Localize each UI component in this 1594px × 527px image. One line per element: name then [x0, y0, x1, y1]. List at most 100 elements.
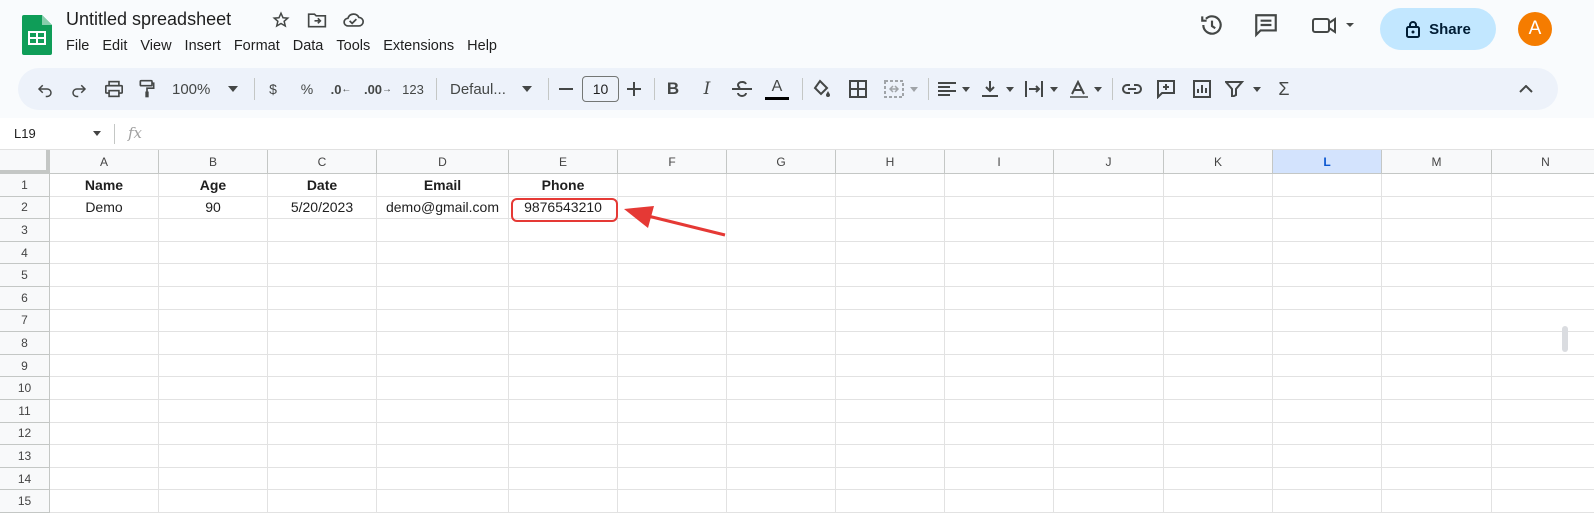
- cell-i5[interactable]: [945, 264, 1054, 287]
- cell-l6[interactable]: [1273, 287, 1382, 310]
- cell-l14[interactable]: [1273, 467, 1382, 491]
- row-header-7[interactable]: 7: [0, 309, 50, 333]
- cell-b5[interactable]: [159, 264, 268, 287]
- row-header-10[interactable]: 10: [0, 377, 50, 400]
- cell-l10[interactable]: [1273, 377, 1382, 400]
- cell-i8[interactable]: [945, 332, 1054, 355]
- row-header-9[interactable]: 9: [0, 354, 50, 378]
- row-header-12[interactable]: 12: [0, 422, 50, 446]
- cell-n5[interactable]: [1492, 264, 1594, 287]
- zoom-chevron-down-icon[interactable]: [226, 68, 240, 110]
- cell-d5[interactable]: [377, 264, 509, 287]
- cell-i4[interactable]: [945, 241, 1054, 265]
- cell-a12[interactable]: [50, 422, 159, 446]
- cell-n8[interactable]: [1492, 332, 1594, 355]
- cell-e3[interactable]: [509, 219, 618, 242]
- cell-k8[interactable]: [1164, 332, 1273, 355]
- borders-icon[interactable]: [846, 68, 870, 110]
- cell-f4[interactable]: [618, 241, 727, 265]
- column-header-n[interactable]: N: [1492, 150, 1594, 174]
- column-header-j[interactable]: J: [1054, 150, 1164, 174]
- column-header-b[interactable]: B: [159, 150, 268, 174]
- column-header-d[interactable]: D: [377, 150, 509, 174]
- cell-e7[interactable]: [509, 309, 618, 333]
- cell-d3[interactable]: [377, 219, 509, 242]
- menu-insert[interactable]: Insert: [185, 38, 228, 54]
- cell-c1[interactable]: Date: [268, 174, 377, 197]
- increase-decimal-button[interactable]: .00 →: [364, 68, 392, 110]
- cell-k9[interactable]: [1164, 354, 1273, 378]
- cell-i3[interactable]: [945, 219, 1054, 242]
- cell-d7[interactable]: [377, 309, 509, 333]
- cell-m3[interactable]: [1382, 219, 1492, 242]
- cell-h2[interactable]: [836, 196, 945, 220]
- name-box-chevron-down-icon[interactable]: [93, 131, 101, 136]
- cell-e12[interactable]: [509, 422, 618, 446]
- cell-e4[interactable]: [509, 241, 618, 265]
- cell-n7[interactable]: [1492, 310, 1594, 333]
- cell-g8[interactable]: [727, 332, 836, 355]
- cell-j9[interactable]: [1054, 354, 1164, 378]
- column-header-e[interactable]: E: [509, 150, 618, 174]
- cell-k10[interactable]: [1164, 377, 1273, 400]
- cell-j6[interactable]: [1054, 287, 1164, 310]
- print-icon[interactable]: [103, 68, 125, 110]
- cell-i10[interactable]: [945, 377, 1054, 400]
- cell-m9[interactable]: [1382, 354, 1492, 378]
- cell-a7[interactable]: [50, 309, 159, 333]
- cell-l5[interactable]: [1273, 264, 1382, 287]
- column-header-l[interactable]: L: [1273, 150, 1382, 174]
- cell-f15[interactable]: [618, 490, 727, 513]
- cell-a2[interactable]: Demo: [50, 196, 159, 220]
- cell-m8[interactable]: [1382, 332, 1492, 355]
- cell-f9[interactable]: [618, 354, 727, 378]
- cell-b8[interactable]: [159, 332, 268, 355]
- cell-e9[interactable]: [509, 354, 618, 378]
- cell-c5[interactable]: [268, 264, 377, 287]
- cell-n1[interactable]: [1492, 174, 1594, 197]
- font-size-input[interactable]: 10: [582, 76, 619, 102]
- decrease-decimal-button[interactable]: .0 ←: [328, 68, 354, 110]
- cell-c12[interactable]: [268, 422, 377, 446]
- cell-g6[interactable]: [727, 287, 836, 310]
- cell-n10[interactable]: [1492, 377, 1594, 400]
- cell-n11[interactable]: [1492, 400, 1594, 423]
- cell-i15[interactable]: [945, 490, 1054, 513]
- cell-c4[interactable]: [268, 241, 377, 265]
- insert-link-icon[interactable]: [1120, 68, 1144, 110]
- cell-g13[interactable]: [727, 445, 836, 468]
- horizontal-align-icon[interactable]: [936, 68, 972, 110]
- cell-m5[interactable]: [1382, 264, 1492, 287]
- column-header-m[interactable]: M: [1382, 150, 1492, 174]
- cell-c13[interactable]: [268, 445, 377, 468]
- cell-l7[interactable]: [1273, 309, 1382, 333]
- cell-n9[interactable]: [1492, 355, 1594, 378]
- cell-c2[interactable]: 5/20/2023: [268, 196, 377, 220]
- cell-m1[interactable]: [1382, 174, 1492, 197]
- cell-a8[interactable]: [50, 332, 159, 355]
- insert-comment-icon[interactable]: [1154, 68, 1178, 110]
- select-all-corner[interactable]: [0, 150, 50, 174]
- column-header-f[interactable]: F: [618, 150, 727, 174]
- row-header-15[interactable]: 15: [0, 490, 50, 513]
- cell-h8[interactable]: [836, 332, 945, 355]
- text-rotation-icon[interactable]: [1068, 68, 1104, 110]
- menu-help[interactable]: Help: [467, 38, 504, 54]
- cell-g12[interactable]: [727, 422, 836, 446]
- number-format-button[interactable]: 123: [400, 68, 426, 110]
- cell-c3[interactable]: [268, 219, 377, 242]
- cell-b14[interactable]: [159, 467, 268, 491]
- column-header-a[interactable]: A: [50, 150, 159, 174]
- cell-d13[interactable]: [377, 445, 509, 468]
- cell-g2[interactable]: [727, 196, 836, 220]
- row-header-13[interactable]: 13: [0, 445, 50, 468]
- row-header-11[interactable]: 11: [0, 400, 50, 423]
- cell-b3[interactable]: [159, 219, 268, 242]
- cell-a3[interactable]: [50, 219, 159, 242]
- cell-f10[interactable]: [618, 377, 727, 400]
- avatar[interactable]: A: [1518, 12, 1552, 46]
- cell-f8[interactable]: [618, 332, 727, 355]
- font-family-select[interactable]: Defaul...: [450, 68, 512, 110]
- cell-l15[interactable]: [1273, 490, 1382, 513]
- cell-f11[interactable]: [618, 400, 727, 423]
